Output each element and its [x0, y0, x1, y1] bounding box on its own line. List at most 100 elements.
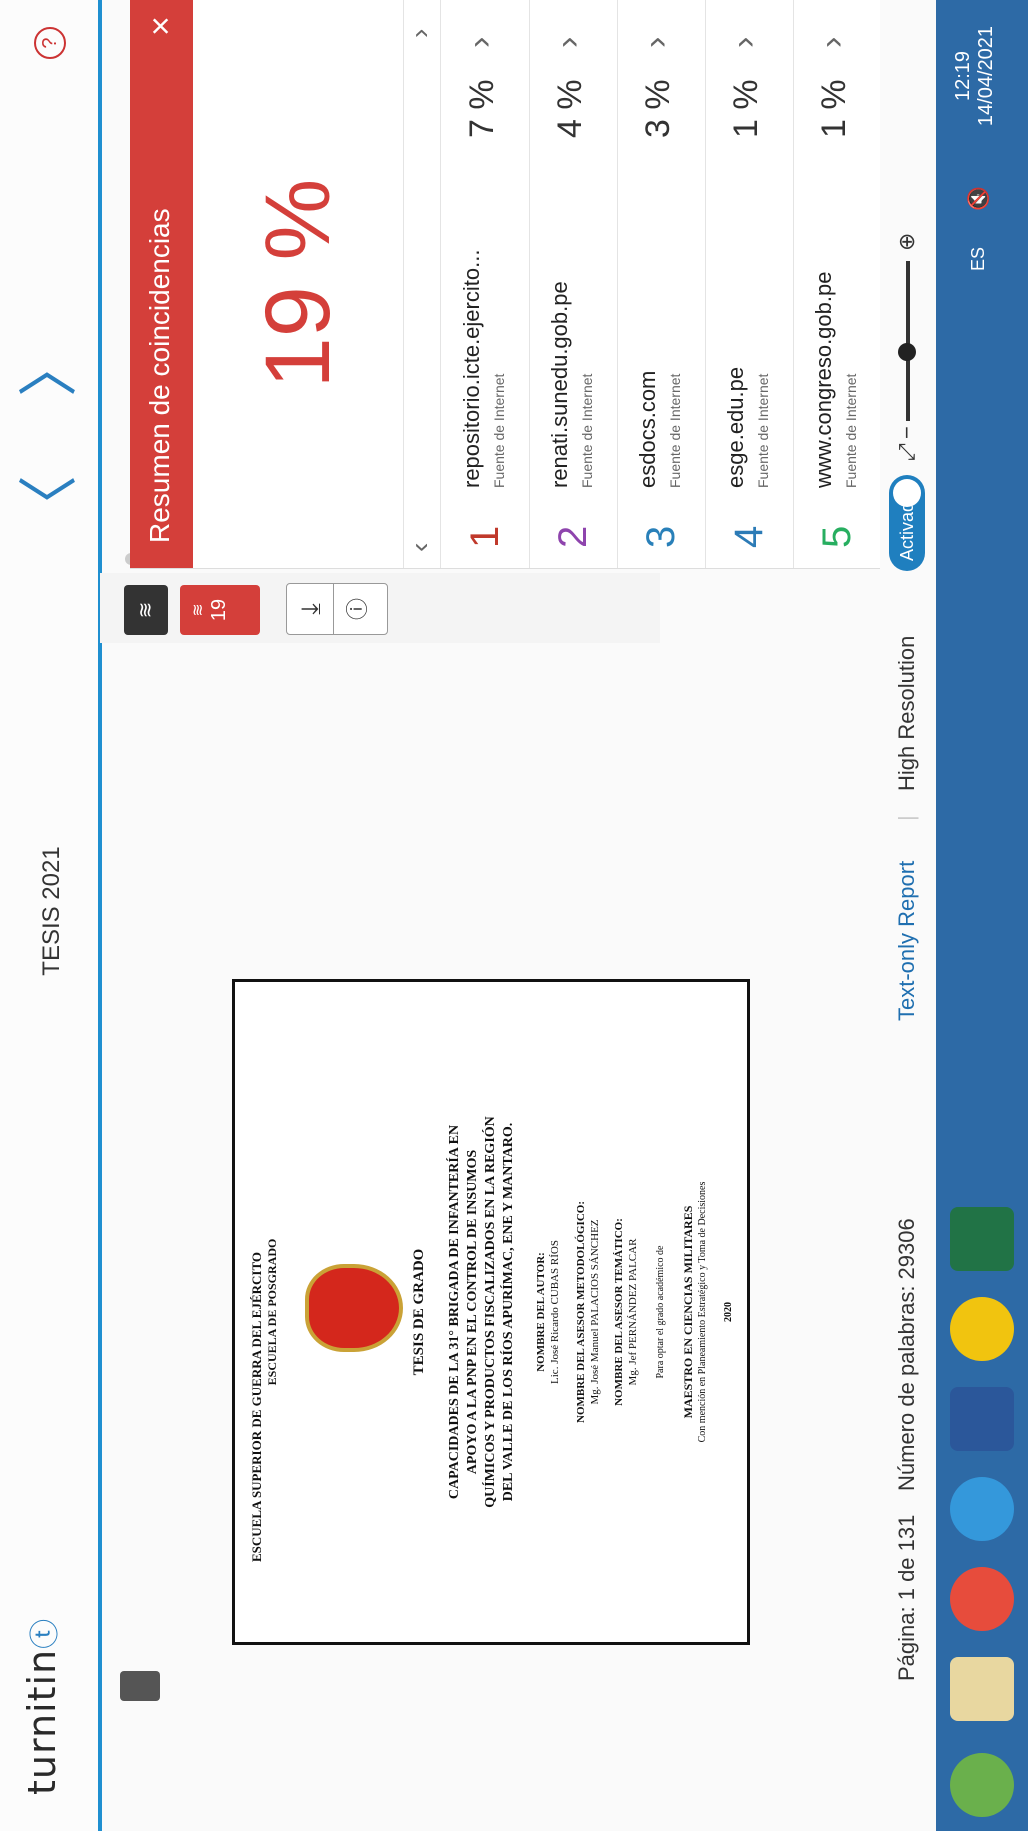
match-source-type: Fuente de Internet: [579, 373, 595, 488]
match-source: repositorio.icte.ejercito...: [459, 249, 484, 488]
title-line3: QUÍMICOS Y PRODUCTOS FISCALIZADOS EN LA …: [483, 1116, 498, 1508]
match-overview-panel: Resumen de coincidencias × 19 % ‹ › 1 rep…: [130, 0, 1028, 569]
logo-mark-icon: ⓣ: [28, 1617, 63, 1649]
title-line2: APOYO A LA PNP EN EL CONTROL DE INSUMOS: [465, 1149, 480, 1475]
school-emblem: [305, 1264, 403, 1352]
advisor1-label: NOMBRE DEL ASESOR METODOLÓGICO:: [575, 1201, 587, 1423]
school-line2: ESCUELA DE POSGRADO: [265, 1238, 279, 1386]
match-count-badge: 19: [208, 598, 230, 622]
match-number: 4: [727, 525, 771, 548]
match-row[interactable]: 2 renati.sunedu.gob.pe Fuente de Internet 4…: [529, 0, 618, 568]
zoom-slider-handle[interactable]: [898, 343, 916, 361]
taskbar-clock[interactable]: 12:19 14/04/2021: [952, 11, 998, 141]
toggle-knob: [893, 479, 921, 507]
match-source-type: Fuente de Internet: [491, 373, 507, 488]
chevron-right-icon[interactable]: ›: [549, 37, 588, 48]
document-page: ESCUELA SUPERIOR DE GUERRA DEL EJÉRCITO …: [232, 979, 750, 1645]
help-icon[interactable]: ?: [34, 27, 66, 59]
chevron-right-icon[interactable]: ›: [461, 37, 500, 48]
match-number: 5: [815, 525, 859, 548]
word-count: Número de palabras: 29306: [894, 1218, 919, 1491]
match-source-type: Fuente de Internet: [667, 373, 683, 488]
start-button[interactable]: [950, 1753, 1014, 1817]
next-match-button[interactable]: 〉: [15, 337, 85, 397]
download-icon[interactable]: ⤓: [287, 584, 327, 634]
page-indicator: Página: 1 de 131: [894, 1514, 919, 1681]
match-source: esge.edu.pe: [723, 366, 748, 488]
chevron-right-icon[interactable]: ›: [404, 29, 436, 38]
side-panel-toggle[interactable]: [120, 1671, 160, 1701]
degree-title: MAESTRO EN CIENCIAS MILITARES: [681, 1205, 695, 1419]
layers-black-button[interactable]: ≋: [124, 585, 168, 635]
clock-time: 12:19: [952, 50, 974, 102]
volume-muted-icon[interactable]: 🔇: [966, 186, 991, 211]
prev-match-button[interactable]: 〈: [15, 475, 85, 535]
overall-similarity: 19 %: [247, 178, 349, 389]
match-number: 1: [463, 525, 507, 548]
language-indicator[interactable]: ES: [968, 247, 989, 271]
degree-prefix: Para optar el grado académico de: [655, 1245, 666, 1379]
author-name: Lic. José Ricardo CUBAS RÍOS: [549, 1240, 561, 1384]
match-number: 3: [639, 525, 683, 548]
match-row[interactable]: 5 www.congreso.gob.pe Fuente de Internet 1 …: [793, 0, 882, 568]
rotated-screen: turnitinⓣ TESIS 2021 〈 〉 ? ESCUELA SUPER…: [0, 0, 1028, 1831]
match-percentage: 7 %: [463, 79, 501, 138]
school-line1: ESCUELA SUPERIOR DE GUERRA DEL EJÉRCITO: [249, 1251, 264, 1562]
advisor2-label: NOMBRE DEL ASESOR TEMÁTICO:: [613, 1218, 625, 1406]
author-label: NOMBRE DEL AUTOR:: [535, 1252, 547, 1372]
match-source-type: Fuente de Internet: [755, 373, 771, 488]
match-row[interactable]: 3 esdocs.com Fuente de Internet 3 % ›: [617, 0, 706, 568]
advisor2-name: Mg. Jef PERNÁNDEZ PALCAR: [627, 1238, 639, 1386]
match-source-type: Fuente de Internet: [843, 373, 859, 488]
word-icon[interactable]: [950, 1387, 1014, 1451]
zoom-slider-track[interactable]: [906, 261, 910, 421]
match-source: renati.sunedu.gob.pe: [547, 281, 572, 488]
top-bar: turnitinⓣ TESIS 2021 〈 〉 ?: [0, 0, 102, 1831]
match-percentage: 4 %: [551, 79, 589, 138]
chevron-right-icon[interactable]: ›: [637, 37, 676, 48]
panel-title: Resumen de coincidencias: [144, 208, 175, 543]
degree-mention: Con mención en Planeamiento Estratégico …: [697, 1181, 708, 1443]
match-percentage: 3 %: [639, 79, 677, 138]
chrome-icon[interactable]: [950, 1567, 1014, 1631]
download-info-group: ⤓ ⓘ: [286, 583, 388, 635]
match-row[interactable]: 4 esge.edu.pe Fuente de Internet 1 % ›: [705, 0, 794, 568]
chevron-right-icon[interactable]: ›: [725, 37, 764, 48]
excel-icon[interactable]: [950, 1207, 1014, 1271]
chevron-right-icon[interactable]: ›: [813, 37, 852, 48]
match-row[interactable]: 1 repositorio.icte.ejercito... Fuente de I…: [441, 0, 530, 568]
thesis-heading: TESIS DE GRADO: [411, 1248, 427, 1376]
title-line4: DEL VALLE DE LOS RÍOS APURÍMAC, ENE Y MA…: [501, 1122, 516, 1502]
match-percentage: 1 %: [815, 79, 853, 138]
layers-icon: ≋: [190, 603, 207, 617]
match-source: www.congreso.gob.pe: [811, 271, 836, 488]
turnitin-logo: turnitinⓣ: [20, 1618, 64, 1795]
advisor1-name: Mg. José Manuel PALACIOS SÁNCHEZ: [589, 1219, 601, 1405]
file-explorer-icon[interactable]: [950, 1657, 1014, 1721]
fullscreen-icon[interactable]: ⤢: [894, 443, 920, 461]
match-source: esdocs.com: [635, 370, 660, 488]
windows-taskbar: ES 🔇 12:19 14/04/2021: [936, 0, 1028, 1831]
high-resolution-toggle[interactable]: Activado: [889, 475, 925, 571]
document-title: TESIS 2021: [38, 846, 65, 976]
thesis-year: 2020: [723, 1302, 734, 1322]
text-only-report-link[interactable]: Text-only Report: [894, 861, 920, 1021]
internet-explorer-icon[interactable]: [950, 1477, 1014, 1541]
zoom-in-icon[interactable]: ⊕: [894, 233, 920, 251]
zoom-out-icon[interactable]: −: [894, 426, 920, 439]
separator: |: [894, 815, 919, 821]
tool-strip: ≋ ≋ 19 ⤓ ⓘ: [100, 573, 660, 643]
clock-date: 14/04/2021: [975, 25, 997, 127]
logo-text: turnitin: [20, 1648, 64, 1795]
high-resolution-label: High Resolution: [894, 635, 919, 791]
title-line1: CAPACIDADES DE LA 31° BRIGADA DE INFANTE…: [447, 1124, 462, 1500]
chevron-left-icon[interactable]: ‹: [404, 543, 436, 552]
panel-header: Resumen de coincidencias ×: [130, 0, 193, 568]
match-number: 2: [551, 525, 595, 548]
status-bar: Página: 1 de 131 Número de palabras: 293…: [880, 0, 936, 1831]
chrome-icon-2[interactable]: [950, 1297, 1014, 1361]
close-icon[interactable]: ×: [142, 16, 181, 36]
list-header: ‹ ›: [403, 0, 441, 568]
info-icon[interactable]: ⓘ: [333, 584, 372, 634]
match-overview-button[interactable]: ≋ 19: [180, 585, 260, 635]
